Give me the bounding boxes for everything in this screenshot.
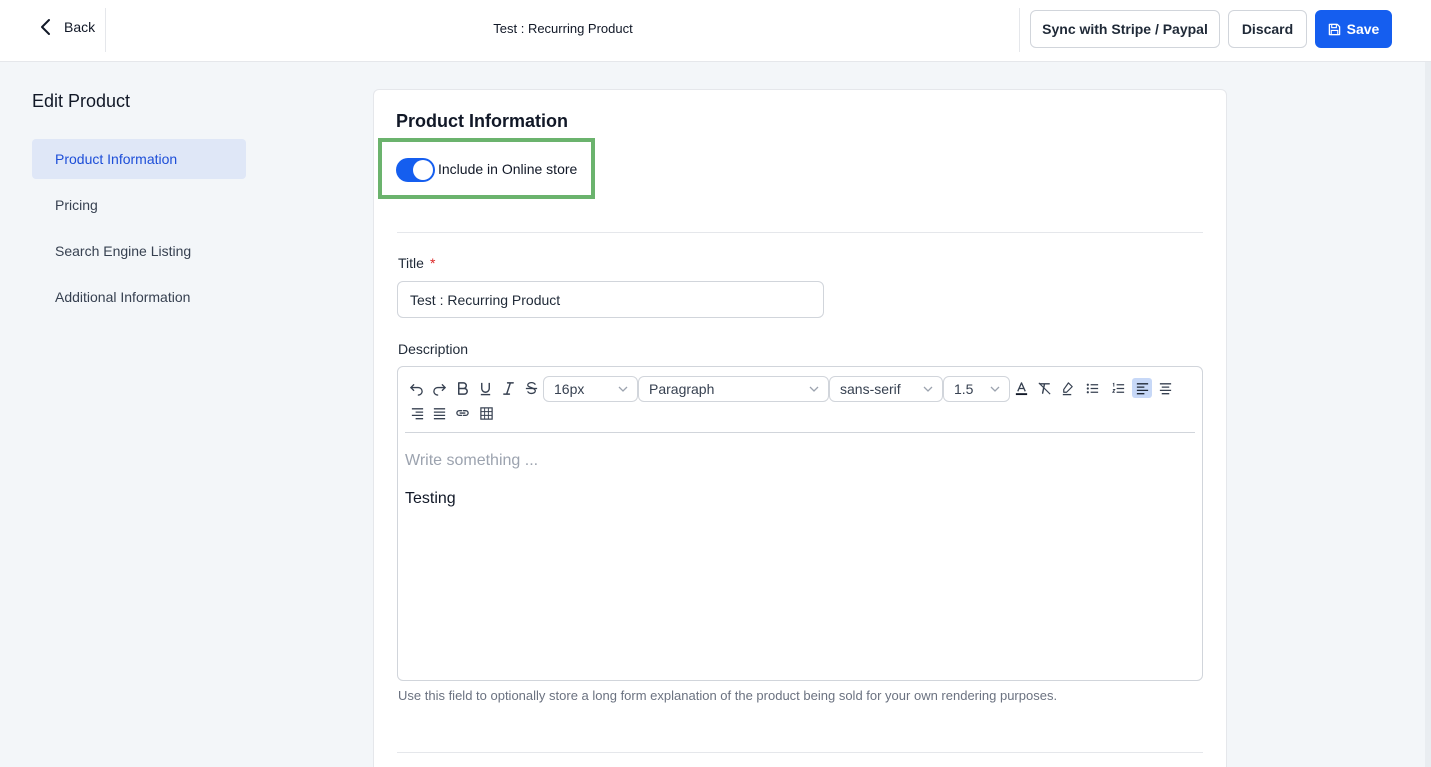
title-label-text: Title	[398, 255, 424, 271]
section-title: Product Information	[396, 111, 568, 131]
online-store-label: Include in Online store	[438, 161, 578, 177]
scrollbar-track[interactable]	[1425, 62, 1431, 767]
font-size-value: 16px	[554, 381, 585, 397]
online-store-toggle[interactable]	[396, 158, 435, 182]
required-mark: *	[429, 255, 436, 271]
sidebar-item-label: Search Engine Listing	[55, 243, 192, 259]
description-help-text: Use this field to optionally store a lon…	[398, 688, 1058, 703]
top-bar: Back Test : Recurring Product Sync with …	[0, 0, 1431, 62]
block-type-select[interactable]: Paragraph	[638, 376, 829, 402]
sidebar-item-search-engine-listing[interactable]: Search Engine Listing	[32, 231, 246, 271]
toolbar-divider	[405, 432, 1195, 433]
clear-format-icon[interactable]	[1034, 378, 1054, 398]
sidebar-item-label: Pricing	[55, 197, 98, 213]
line-height-value: 1.5	[954, 381, 974, 397]
chevron-down-icon	[923, 386, 933, 392]
sidebar-item-label: Product Information	[55, 151, 178, 167]
font-family-select[interactable]: sans-serif	[829, 376, 943, 402]
save-icon	[1328, 23, 1340, 35]
chevron-down-icon	[809, 386, 819, 392]
highlight-icon[interactable]	[1057, 378, 1077, 398]
align-right-icon[interactable]	[407, 403, 427, 423]
sidebar-heading: Edit Product	[32, 91, 131, 111]
redo-icon[interactable]	[429, 378, 449, 398]
sidebar-item-product-information[interactable]: Product Information	[32, 139, 246, 179]
text-color-icon[interactable]	[1011, 378, 1031, 398]
sync-stripe-paypal-button[interactable]: Sync with Stripe / Paypal	[1030, 10, 1220, 48]
align-left-icon[interactable]	[1132, 378, 1152, 398]
save-button[interactable]: Save	[1315, 10, 1392, 48]
align-justify-icon[interactable]	[429, 403, 449, 423]
strikethrough-icon[interactable]	[521, 378, 541, 398]
divider	[397, 232, 1203, 233]
line-height-select[interactable]: 1.5	[943, 376, 1010, 402]
link-icon[interactable]	[452, 403, 472, 423]
font-size-select[interactable]: 16px	[543, 376, 638, 402]
title-label: Title *	[398, 255, 435, 271]
title-input[interactable]	[397, 281, 824, 318]
chevron-down-icon	[990, 386, 1000, 392]
page-title: Test : Recurring Product	[493, 21, 633, 36]
font-family-value: sans-serif	[840, 381, 901, 397]
sidebar-item-additional-information[interactable]: Additional Information	[32, 277, 246, 317]
editor-placeholder: Write something ...	[405, 452, 539, 469]
numbered-list-icon[interactable]	[1108, 378, 1128, 398]
divider	[1019, 8, 1020, 52]
divider	[397, 752, 1203, 753]
align-center-icon[interactable]	[1155, 378, 1175, 398]
discard-button[interactable]: Discard	[1228, 10, 1307, 48]
sidebar-item-pricing[interactable]: Pricing	[32, 185, 246, 225]
italic-icon[interactable]	[498, 378, 518, 398]
sidebar-item-label: Additional Information	[55, 289, 191, 305]
bold-icon[interactable]	[452, 378, 472, 398]
chevron-down-icon	[618, 386, 628, 392]
bullet-list-icon[interactable]	[1082, 378, 1102, 398]
table-icon[interactable]	[476, 403, 496, 423]
underline-icon[interactable]	[475, 378, 495, 398]
description-label: Description	[398, 341, 469, 357]
undo-icon[interactable]	[406, 378, 426, 398]
toggle-knob	[413, 160, 433, 180]
description-editor[interactable]	[397, 366, 1203, 681]
save-label: Save	[1346, 21, 1380, 37]
editor-content[interactable]: Testing	[405, 490, 456, 508]
block-type-value: Paragraph	[649, 381, 715, 397]
